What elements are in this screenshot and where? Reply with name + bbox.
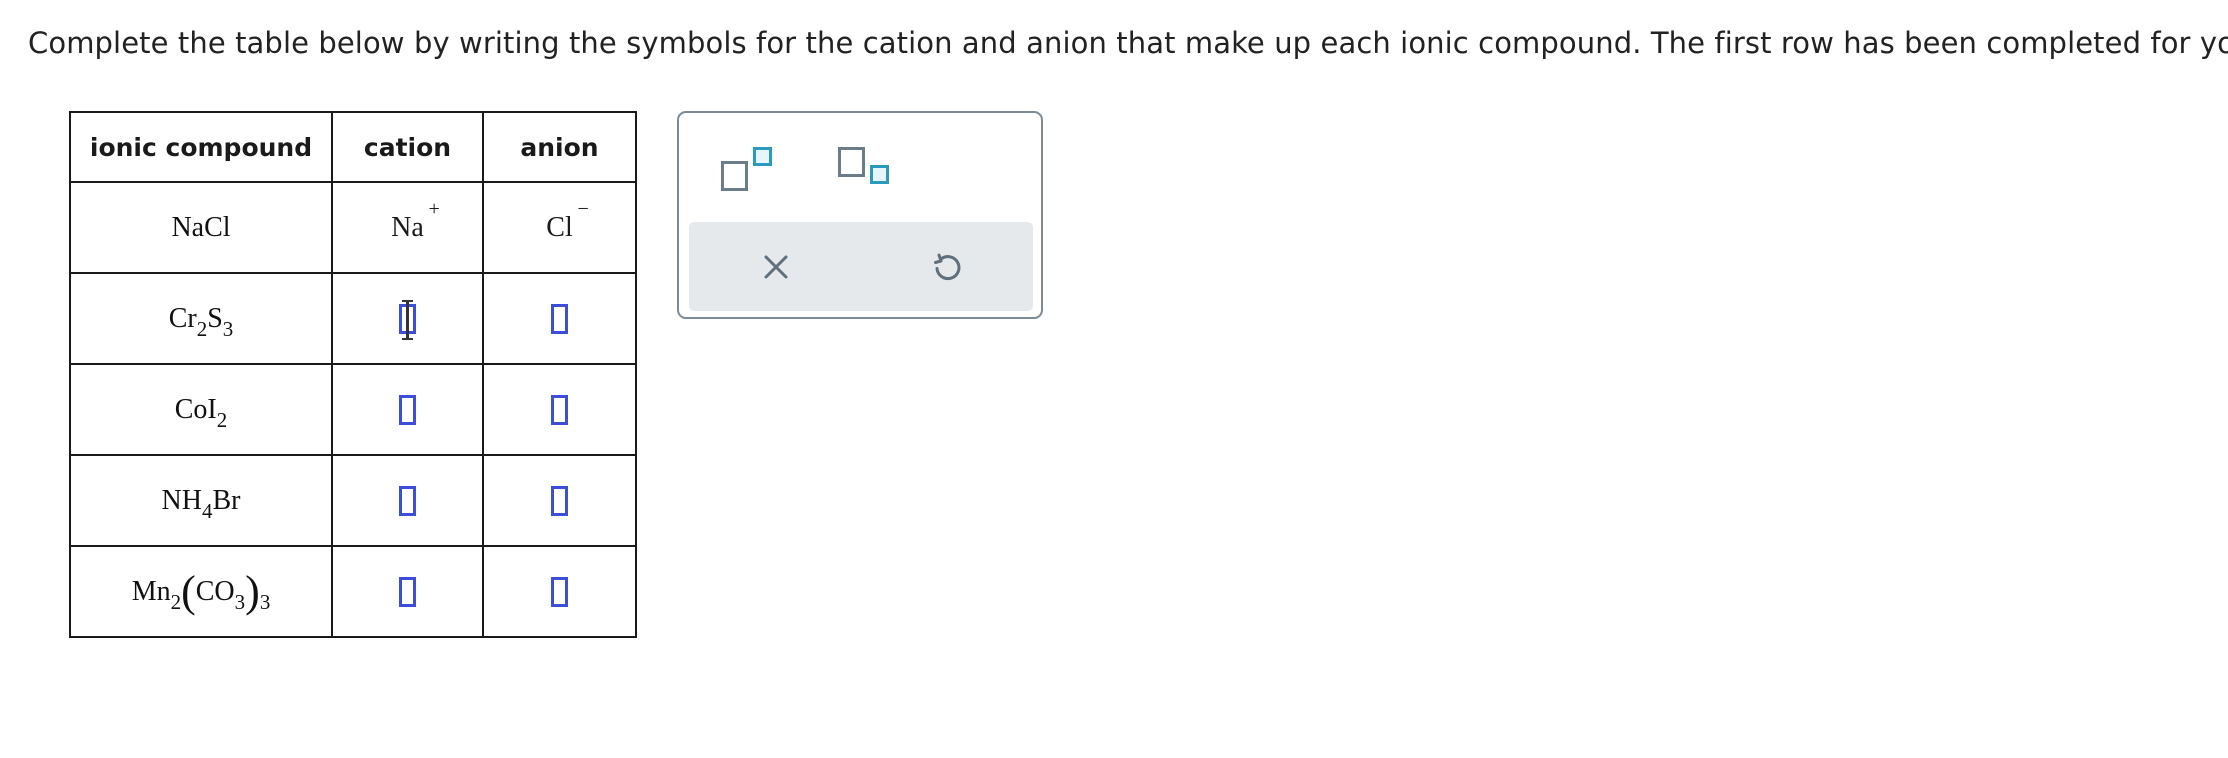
anion-symbol: Cl	[546, 211, 573, 243]
cation-cell	[331, 272, 484, 365]
anion-cell	[482, 363, 637, 456]
anion-answer-box[interactable]	[551, 394, 568, 425]
table-header-row: ionic compound cation anion	[69, 111, 637, 183]
cation-cell	[331, 363, 484, 456]
cation-answer-box[interactable]	[399, 394, 416, 425]
cation-symbol: Na	[391, 211, 424, 243]
cation-answer-box[interactable]	[399, 299, 416, 340]
cation-charge: +	[428, 197, 440, 220]
compound-formula: Cr2S3	[168, 302, 234, 341]
superscript-button[interactable]	[717, 143, 777, 193]
table-row: Cr2S3	[69, 272, 637, 365]
table-row: Mn2(CO3)3	[69, 545, 637, 638]
header-anion: anion	[482, 111, 637, 183]
cation-example: Na +	[391, 198, 440, 244]
anion-charge: −	[577, 197, 589, 220]
compound-formula: NH4Br	[161, 484, 241, 523]
cation-cell: Na +	[331, 181, 484, 274]
subscript-button[interactable]	[834, 143, 894, 193]
ionic-compound-table: ionic compound cation anion NaCl Na + Cl −…	[69, 111, 637, 638]
table-row: NH4Br	[69, 454, 637, 547]
undo-button[interactable]	[929, 250, 963, 284]
header-cation: cation	[331, 111, 484, 183]
compound-formula: Mn2(CO3)3	[131, 567, 271, 616]
anion-cell: Cl −	[482, 181, 637, 274]
input-palette	[677, 111, 1043, 319]
anion-cell	[482, 545, 637, 638]
table-row: CoI2	[69, 363, 637, 456]
cation-cell	[331, 454, 484, 547]
compound-cell: Mn2(CO3)3	[69, 545, 333, 638]
instructions-text: Complete the table below by writing the …	[28, 26, 2228, 60]
cation-answer-box[interactable]	[399, 485, 416, 516]
table-row-example: NaCl Na + Cl −	[69, 181, 637, 274]
anion-cell	[482, 454, 637, 547]
anion-answer-box[interactable]	[551, 485, 568, 516]
compound-cell: CoI2	[69, 363, 333, 456]
compound-formula: NaCl	[171, 211, 231, 243]
compound-formula: CoI2	[174, 393, 228, 432]
anion-answer-box[interactable]	[551, 576, 568, 607]
anion-cell	[482, 272, 637, 365]
cation-cell	[331, 545, 484, 638]
compound-cell: Cr2S3	[69, 272, 333, 365]
compound-cell: NaCl	[69, 181, 333, 274]
clear-button[interactable]	[759, 250, 793, 284]
anion-answer-box[interactable]	[551, 303, 568, 334]
x-icon	[764, 255, 788, 279]
action-bar	[689, 222, 1033, 311]
undo-icon	[934, 253, 961, 281]
anion-example: Cl −	[546, 198, 588, 244]
cation-answer-box[interactable]	[399, 576, 416, 607]
compound-cell: NH4Br	[69, 454, 333, 547]
header-ionic-compound: ionic compound	[69, 111, 333, 183]
